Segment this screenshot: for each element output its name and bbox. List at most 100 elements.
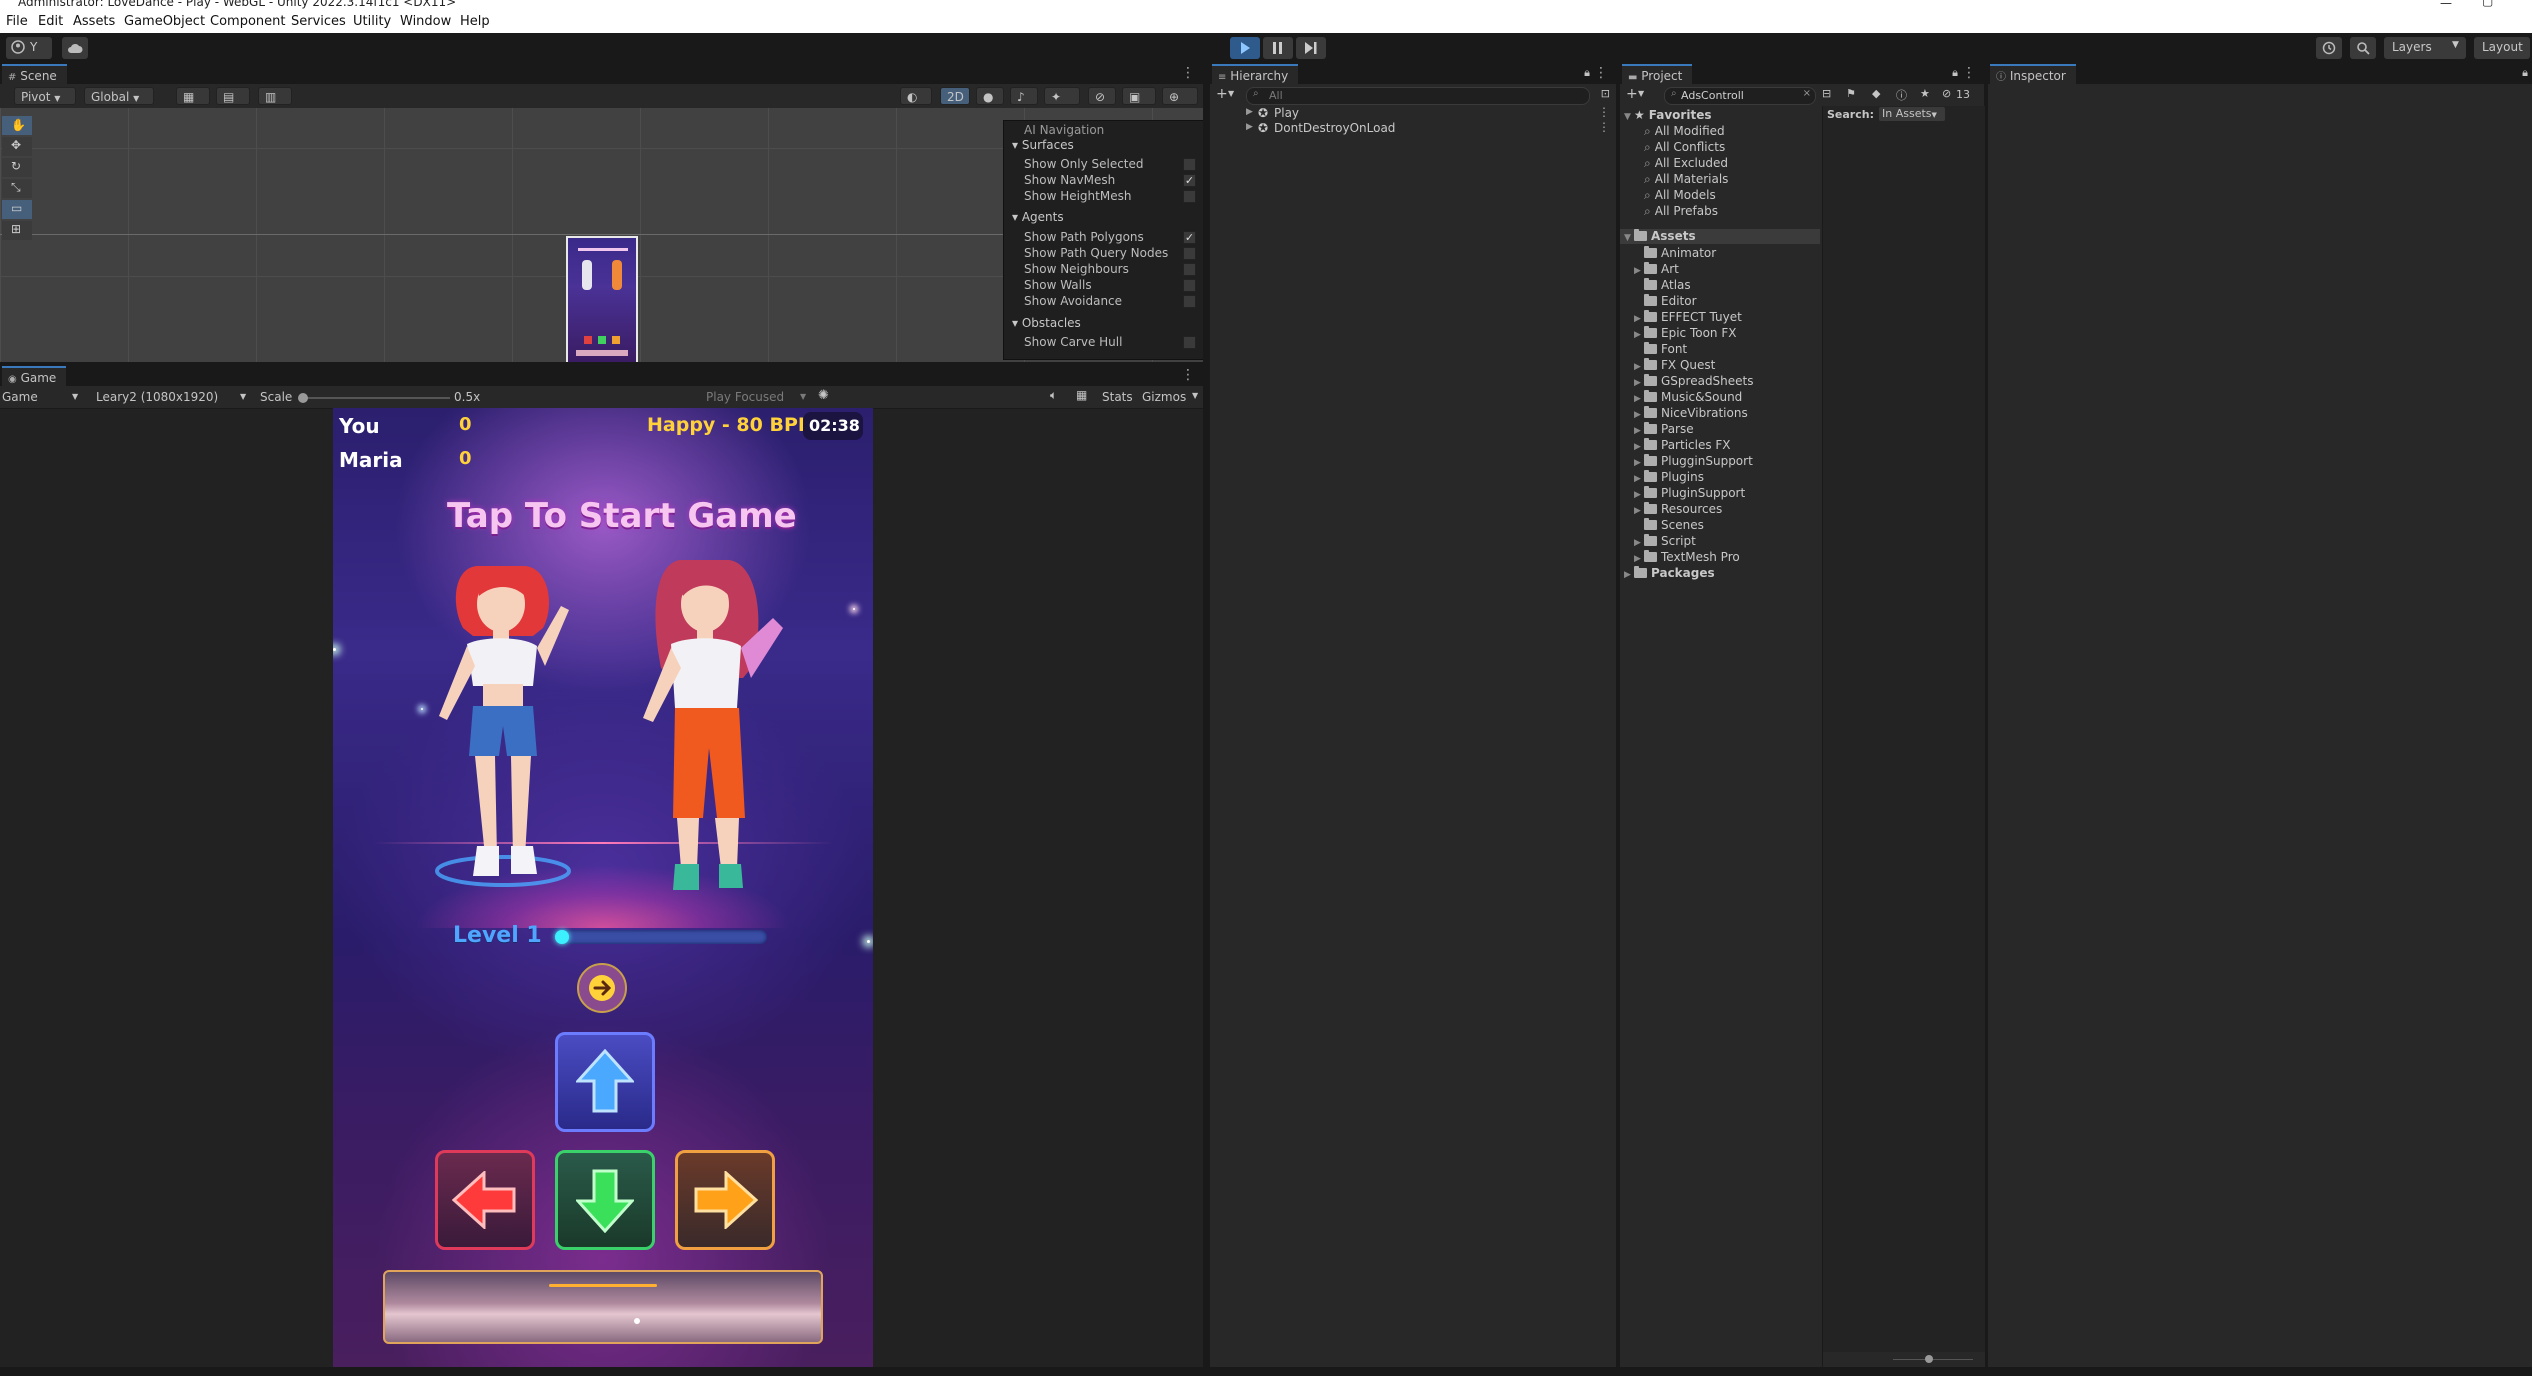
search-by-type-icon[interactable]: ⊟ — [1822, 87, 1831, 100]
scale-tool[interactable]: ⤡ — [2, 179, 32, 198]
expand-arrow-icon[interactable]: ▶ — [1634, 330, 1644, 340]
scene-menu-icon[interactable]: ⋮ — [1181, 65, 1195, 81]
snap-increment-dropdown[interactable]: ▤ — [216, 87, 250, 105]
asset-folder-item[interactable]: ▶ Resources — [1634, 502, 1722, 517]
expand-arrow-icon[interactable]: ▶ — [1634, 554, 1644, 564]
asset-folder-item[interactable]: ▶ GSpreadSheets — [1634, 374, 1754, 389]
mute-audio-icon[interactable]: 🔈︎ — [1050, 388, 1057, 403]
asset-folder-item[interactable]: ▶ EFFECT Tuyet — [1634, 310, 1742, 325]
surfaces-section[interactable]: ▾ Surfaces — [1012, 138, 1074, 152]
asset-folder-item[interactable]: Animator — [1634, 246, 1716, 261]
search-scope-dropdown[interactable]: In Assets▼ — [1879, 107, 1945, 121]
asset-folder-item[interactable]: ▶ Music&Sound — [1634, 390, 1742, 405]
menu-help[interactable]: Help — [460, 14, 490, 29]
favorite-item[interactable]: ⌕ All Materials — [1644, 172, 1728, 187]
expand-arrow-icon[interactable]: ▶ — [1634, 490, 1644, 500]
expand-arrow-icon[interactable]: ▶ — [1246, 107, 1253, 117]
add-icon[interactable]: + — [1626, 86, 1638, 102]
tab-scene[interactable]: # Scene — [2, 64, 67, 84]
up-arrow-button[interactable] — [555, 1032, 655, 1132]
play-button[interactable] — [1230, 37, 1260, 59]
tab-project[interactable]: ▬ Project — [1622, 64, 1693, 84]
layout-dropdown[interactable]: Layout — [2474, 37, 2530, 59]
menu-component[interactable]: Component — [210, 14, 285, 29]
down-arrow-button[interactable] — [555, 1150, 655, 1250]
project-content-area[interactable]: Search: In Assets▼ — [1822, 106, 1985, 1367]
clear-search-icon[interactable]: × — [1803, 88, 1811, 99]
expand-arrow-icon[interactable]: ▶ — [1246, 122, 1253, 132]
hierarchy-item-dontdestroyonload[interactable]: ▶ ✪ DontDestroyOnLoad ⋮ — [1210, 120, 1616, 136]
tab-inspector[interactable]: ⓘ Inspector — [1990, 64, 2076, 84]
expand-arrow-icon[interactable]: ▶ — [1634, 410, 1644, 420]
asset-folder-item[interactable]: Scenes — [1634, 518, 1704, 533]
asset-folder-item[interactable]: ▶ FX Quest — [1634, 358, 1715, 373]
search-by-label-icon[interactable]: ⚑ — [1846, 87, 1856, 100]
project-menu-icon[interactable]: ⋮ — [1962, 65, 1976, 81]
bug-icon[interactable]: ✺ — [818, 388, 829, 403]
maximize-icon[interactable]: ▢ — [2482, 0, 2493, 8]
hand-tool[interactable]: ✋ — [2, 116, 32, 135]
asset-folder-item[interactable]: ▶ Particles FX — [1634, 438, 1731, 453]
favorite-item[interactable]: ⌕ All Modified — [1644, 124, 1725, 139]
audio-toggle[interactable]: ♪ — [1010, 87, 1038, 105]
obstacles-section[interactable]: ▾ Obstacles — [1012, 316, 1081, 330]
menu-assets[interactable]: Assets — [73, 14, 115, 29]
favorite-star-icon[interactable]: ★ — [1920, 87, 1930, 100]
lighting-toggle[interactable]: ● — [976, 87, 1004, 105]
label-tag-icon[interactable]: ◆ — [1872, 87, 1880, 100]
effects-dropdown[interactable]: ✦ — [1044, 87, 1080, 105]
camera-dropdown[interactable]: ▣ — [1122, 87, 1156, 105]
gizmos-button[interactable]: Gizmos — [1142, 390, 1186, 404]
show-neighbours-checkbox[interactable] — [1183, 263, 1196, 276]
rect-tool[interactable]: ▭ — [2, 200, 32, 219]
tab-hierarchy[interactable]: ≡ Hierarchy — [1212, 64, 1299, 84]
favorite-item[interactable]: ⌕ All Conflicts — [1644, 140, 1725, 155]
zoom-slider-thumb[interactable] — [1925, 1355, 1933, 1363]
menu-services[interactable]: Services — [291, 14, 346, 29]
global-dropdown[interactable]: Global ▼ — [84, 87, 154, 105]
hidden-packages-icon[interactable]: ⊘ — [1942, 87, 1951, 100]
item-menu-icon[interactable]: ⋮ — [1598, 120, 1610, 134]
left-arrow-button[interactable] — [435, 1150, 535, 1250]
minimize-icon[interactable]: — — [2440, 0, 2452, 10]
asset-folder-item[interactable]: ▶ PlugginSupport — [1634, 454, 1753, 469]
right-arrow-button[interactable] — [675, 1150, 775, 1250]
show-path-query-nodes-checkbox[interactable] — [1183, 247, 1196, 260]
search-button[interactable] — [2350, 37, 2376, 59]
scale-slider-track[interactable] — [298, 393, 450, 403]
asset-folder-item[interactable]: ▶ TextMesh Pro — [1634, 550, 1740, 565]
expand-arrow-icon[interactable]: ▶ — [1634, 442, 1644, 452]
lock-icon[interactable]: 🔒︎ — [1584, 66, 1590, 80]
expand-arrow-icon[interactable]: ▶ — [1634, 474, 1644, 484]
display-dropdown[interactable]: Game ▼ — [0, 388, 84, 406]
expand-arrow-icon[interactable]: ▶ — [1634, 538, 1644, 548]
expand-arrow-icon[interactable]: ▶ — [1634, 506, 1644, 516]
expand-arrow-icon[interactable]: ▶ — [1634, 458, 1644, 468]
favorites-header[interactable]: ▼ ★ Favorites — [1624, 108, 1711, 123]
asset-folder-item[interactable]: ▶ PluginSupport — [1634, 486, 1745, 501]
resolution-dropdown[interactable]: Leary2 (1080x1920) ▼ — [96, 388, 250, 406]
menu-window[interactable]: Window — [400, 14, 451, 29]
play-focused-dropdown[interactable]: Play Focused ▼ — [706, 388, 810, 406]
gizmos-scene-dropdown[interactable]: ⊕ — [1162, 87, 1198, 105]
expand-arrow-icon[interactable]: ▶ — [1634, 394, 1644, 404]
transform-tool[interactable]: ⊞ — [2, 221, 32, 240]
grid-snap-dropdown[interactable]: ▦ — [176, 87, 210, 105]
favorite-item[interactable]: ⌕ All Excluded — [1644, 156, 1728, 171]
draw-mode-dropdown[interactable]: ◐ — [900, 87, 932, 105]
asset-folder-item[interactable]: ▶ NiceVibrations — [1634, 406, 1748, 421]
mode-2d-toggle[interactable]: 2D — [940, 87, 970, 105]
favorite-item[interactable]: ⌕ All Models — [1644, 188, 1716, 203]
agents-section[interactable]: ▾ Agents — [1012, 210, 1064, 224]
asset-folder-item[interactable]: ▶ Art — [1634, 262, 1679, 277]
chevron-down-icon[interactable]: ▼ — [1228, 89, 1234, 98]
zoom-slider-track[interactable] — [1893, 1355, 1973, 1363]
expand-arrow-icon[interactable]: ▶ — [1634, 362, 1644, 372]
pause-button[interactable] — [1263, 37, 1293, 59]
lock-icon[interactable]: 🔒︎ — [2522, 66, 2528, 80]
move-tool[interactable]: ✥ — [2, 137, 32, 156]
rotate-tool[interactable]: ↻ — [2, 158, 32, 177]
history-button[interactable] — [2316, 37, 2342, 59]
game-menu-icon[interactable]: ⋮ — [1181, 367, 1195, 383]
show-carve-hull-checkbox[interactable] — [1183, 336, 1196, 349]
